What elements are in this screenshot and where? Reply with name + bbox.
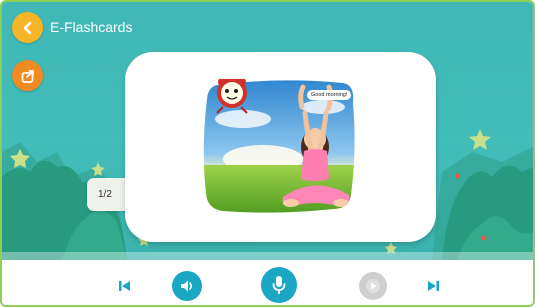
chevron-left-icon — [23, 21, 31, 34]
alarm-clock-icon — [216, 79, 248, 114]
previous-card-button[interactable] — [117, 278, 133, 294]
share-button[interactable] — [12, 60, 43, 91]
speech-bubble: Good morning! — [307, 90, 352, 100]
page-indicator-label: 1/2 — [98, 189, 112, 200]
record-button[interactable] — [261, 267, 297, 303]
page-title: E-Flashcards — [50, 19, 133, 35]
microphone-icon — [272, 276, 286, 294]
speaker-icon — [181, 280, 193, 292]
control-bar — [2, 260, 533, 305]
audio-button[interactable] — [172, 271, 202, 301]
play-icon — [366, 279, 380, 293]
next-card-button[interactable] — [425, 278, 441, 294]
skip-next-icon — [428, 281, 439, 291]
back-button[interactable] — [12, 12, 43, 43]
play-recording-button[interactable] — [359, 272, 387, 300]
app-frame: E-Flashcards 1/2 Good morning! — [0, 0, 535, 307]
share-icon — [21, 69, 34, 83]
flashcard-stage: E-Flashcards 1/2 Good morning! — [2, 2, 533, 260]
skip-previous-icon — [119, 281, 130, 291]
